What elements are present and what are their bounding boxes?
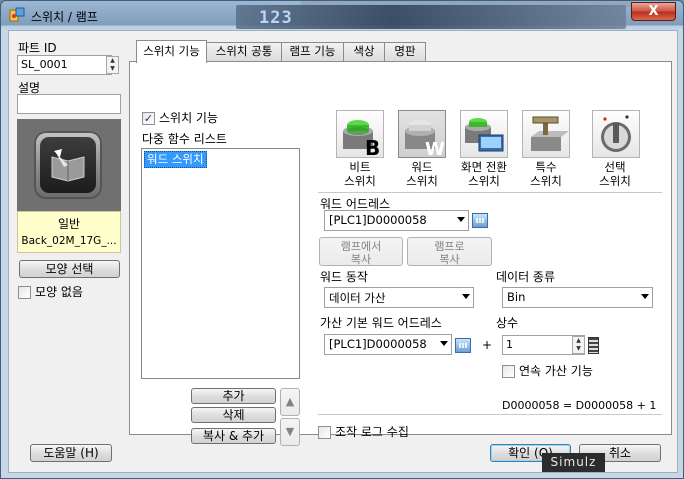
selector-switch-button[interactable]	[592, 110, 640, 158]
switch-function-checkbox[interactable]	[142, 112, 155, 125]
operation-log-checkbox[interactable]	[318, 426, 331, 439]
dialog-window: 123 스위치 / 램프 X 파트 ID SL_0001 ▲ ▼ 설명 일반 B…	[0, 0, 684, 479]
bit-switch-icon: B	[343, 120, 380, 160]
word-action-value: 데이터 가산	[329, 291, 386, 305]
multi-function-list-label: 다중 함수 리스트	[142, 132, 227, 146]
select-shape-button[interactable]: 모양 선택	[19, 260, 120, 278]
description-input[interactable]	[17, 94, 121, 114]
svg-text:W: W	[425, 139, 445, 157]
constant-spinner[interactable]: ▲ ▼	[572, 336, 585, 354]
switch-function-label: 스위치 기능	[159, 111, 219, 125]
chevron-down-icon	[641, 294, 649, 299]
continuous-add-label: 연속 가산 기능	[519, 364, 593, 378]
add-base-address-combo[interactable]: [PLC1]D0000058	[324, 334, 452, 355]
data-type-combo[interactable]: Bin	[502, 287, 653, 308]
part-id-value: SL_0001	[21, 58, 68, 71]
tab-nameplate[interactable]: 명판	[384, 42, 426, 61]
spin-up-icon[interactable]: ▲	[573, 337, 584, 345]
copy-add-button[interactable]: 복사 & 추가	[191, 428, 276, 444]
chevron-down-icon	[440, 341, 448, 346]
copy-from-lamp-button[interactable]: 램프에서 복사	[319, 237, 403, 266]
formula-separator	[318, 414, 662, 415]
move-down-button[interactable]: ▼	[280, 418, 300, 446]
bit-switch-label: 비트 스위치	[344, 160, 376, 188]
tab-lamp-function[interactable]: 램프 기능	[281, 42, 344, 61]
spin-down-icon[interactable]: ▼	[107, 65, 118, 73]
spin-down-icon[interactable]: ▼	[573, 345, 584, 353]
close-button[interactable]: X	[631, 2, 676, 21]
keypad-icon[interactable]	[588, 337, 599, 354]
special-switch-label: 특수 스위치	[530, 160, 562, 188]
shape-name: 일반	[57, 217, 81, 231]
svg-text:B: B	[365, 136, 380, 157]
word-switch-button[interactable]: W	[398, 110, 446, 160]
add-base-address-label: 가산 기본 워드 어드레스	[320, 316, 442, 330]
screen-change-switch-icon	[465, 118, 504, 152]
simulz-watermark: Simulz	[542, 453, 605, 472]
tab-switch-common[interactable]: 스위치 공통	[206, 42, 282, 61]
shape-file: Back_02M_17G_...	[21, 235, 117, 247]
dialog-client-area: 파트 ID SL_0001 ▲ ▼ 설명 일반 Back_02M_17G_...…	[8, 30, 678, 473]
word-address-value: [PLC1]D0000058	[329, 213, 427, 227]
add-base-address-browse-icon[interactable]	[455, 338, 471, 353]
part-id-input[interactable]: SL_0001	[17, 55, 112, 75]
shape-preview-button	[34, 131, 102, 199]
part-id-label: 파트 ID	[18, 41, 57, 55]
copy-to-lamp-button[interactable]: 램프로 복사	[407, 237, 492, 266]
word-action-label: 워드 동작	[320, 270, 368, 284]
word-switch-icon: W	[405, 120, 445, 160]
constant-value: 1	[506, 338, 513, 351]
help-button[interactable]: 도움말 (H)	[30, 444, 112, 462]
word-address-combo[interactable]: [PLC1]D0000058	[324, 210, 469, 231]
multi-function-list[interactable]: 워드 스위치	[141, 148, 300, 379]
chevron-down-icon	[462, 294, 470, 299]
bit-switch-button[interactable]: B	[336, 110, 384, 160]
chevron-down-icon	[457, 217, 465, 222]
background-number: 123	[259, 8, 293, 28]
word-address-browse-icon[interactable]	[472, 213, 488, 228]
book-icon	[51, 149, 85, 182]
continuous-add-checkbox[interactable]	[502, 365, 515, 378]
background-app-strip	[236, 5, 626, 29]
plus-sign: +	[482, 338, 493, 352]
list-item[interactable]: 워드 스위치	[144, 151, 207, 168]
title-bar[interactable]: 123 스위치 / 램프 X	[1, 1, 684, 29]
selector-switch-label: 선택 스위치	[599, 160, 631, 188]
data-type-label: 데이터 종류	[496, 270, 556, 284]
shape-preview-face	[40, 137, 96, 193]
word-switch-label: 워드 스위치	[406, 160, 438, 188]
no-shape-label: 모양 없음	[35, 285, 83, 299]
icons-separator	[318, 192, 662, 193]
tab-panel: 스위치 기능 다중 함수 리스트 워드 스위치 추가 삭제 복사 & 추가 ▲ …	[129, 61, 672, 446]
constant-label: 상수	[496, 316, 519, 330]
screen-change-switch-button[interactable]	[460, 110, 508, 158]
part-id-spinner[interactable]: ▲ ▼	[106, 56, 119, 74]
special-switch-icon	[531, 116, 569, 151]
move-up-button[interactable]: ▲	[280, 388, 300, 416]
tab-switch-function[interactable]: 스위치 기능	[136, 40, 207, 63]
formula-text: D0000058 = D0000058 + 1	[502, 399, 657, 412]
delete-button[interactable]: 삭제	[191, 407, 276, 423]
window-title: 스위치 / 램프	[31, 10, 98, 24]
selector-switch-icon	[601, 115, 631, 152]
tab-color[interactable]: 색상	[343, 42, 385, 61]
add-button[interactable]: 추가	[191, 388, 276, 404]
data-type-value: Bin	[507, 290, 526, 304]
app-icon	[9, 7, 25, 22]
spin-up-icon[interactable]: ▲	[107, 57, 118, 65]
screen-change-switch-label: 화면 전환 스위치	[461, 160, 507, 188]
move-down-icon: ▼	[285, 425, 295, 438]
move-up-icon: ▲	[285, 395, 295, 408]
add-base-address-value: [PLC1]D0000058	[329, 337, 427, 351]
no-shape-checkbox[interactable]	[18, 286, 31, 299]
shape-info: 일반 Back_02M_17G_...	[17, 211, 121, 253]
shape-preview[interactable]	[17, 119, 121, 211]
word-action-combo[interactable]: 데이터 가산	[324, 287, 474, 308]
operation-log-label: 조작 로그 수집	[335, 425, 409, 439]
special-switch-button[interactable]	[522, 110, 570, 158]
